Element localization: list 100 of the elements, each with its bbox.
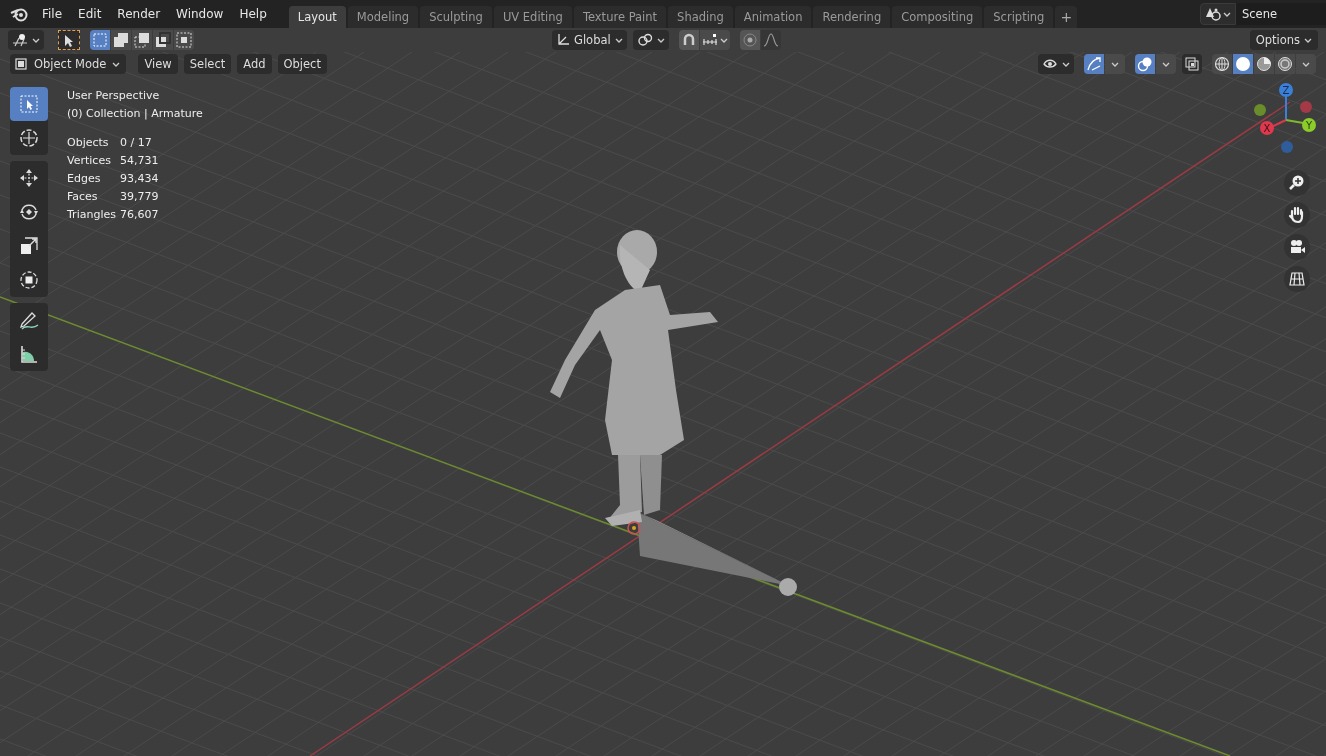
overlay-circles-icon [1137, 56, 1153, 72]
add-workspace-button[interactable]: + [1055, 6, 1078, 28]
workspace-tab[interactable]: Compositing [892, 6, 983, 28]
shading-mode-button[interactable] [1254, 54, 1274, 74]
caret-icon [1223, 10, 1231, 18]
selection-mode-button[interactable] [153, 30, 173, 50]
viewport-menu[interactable]: View [138, 54, 178, 74]
caret-icon [1302, 60, 1310, 68]
viewport-menu[interactable]: Select [183, 54, 232, 74]
z-axis-handle[interactable] [1279, 83, 1293, 121]
link-icon [636, 33, 653, 47]
increment-icon [701, 34, 718, 46]
falloff-dropdown[interactable] [760, 30, 781, 50]
selection-mode-icon [176, 32, 192, 48]
grid-plane-icon [1288, 270, 1306, 288]
zoom-button[interactable] [1284, 170, 1310, 196]
caret-icon [656, 36, 665, 44]
caret-icon [1062, 60, 1070, 68]
gizmo-arrows-icon [1086, 56, 1102, 72]
viewport-menu[interactable]: Add [237, 54, 272, 74]
select-tool-button[interactable] [58, 30, 80, 50]
ortho-toggle-button[interactable] [1284, 266, 1310, 292]
app-logo-icon [10, 6, 28, 22]
hand-icon [1288, 206, 1306, 224]
stat-value: 0 / 17 [120, 135, 153, 151]
y-axis-label: Y [1305, 120, 1313, 131]
selection-mode-icon [155, 32, 171, 48]
workspace-tab[interactable]: Sculpting [420, 6, 492, 28]
pivot-point-dropdown[interactable] [632, 30, 669, 50]
menu-item[interactable]: Window [168, 4, 232, 24]
negative-axis-handle[interactable] [1281, 141, 1293, 153]
caret-icon [1304, 36, 1312, 44]
menu-item[interactable]: File [34, 4, 71, 24]
xray-icon [1185, 57, 1199, 71]
shading-mode-button[interactable] [1233, 54, 1253, 74]
selection-mode-button[interactable] [111, 30, 131, 50]
workspace-tab[interactable]: Shading [668, 6, 733, 28]
y-axis-handle[interactable] [1285, 118, 1316, 132]
x-axis-handle[interactable] [1260, 119, 1287, 135]
options-dropdown[interactable]: Options [1249, 30, 1318, 50]
menu-item[interactable]: Render [109, 4, 169, 24]
shading-mode-button[interactable] [1275, 54, 1295, 74]
magnifier-plus-icon [1288, 174, 1306, 192]
measure-tool-icon [19, 344, 39, 364]
overlay-options-dropdown[interactable] [1156, 54, 1176, 74]
workspace-tab[interactable]: UV Editing [493, 6, 572, 28]
cursor-tool-icon [19, 128, 39, 148]
workspace-tab[interactable]: Modeling [347, 6, 419, 28]
stat-label: Edges [67, 171, 102, 187]
scene-icon [1205, 7, 1221, 21]
workspace-tab[interactable]: Animation [734, 6, 812, 28]
xray-toggle[interactable] [1182, 54, 1202, 74]
negative-axis-handle[interactable] [1254, 104, 1266, 116]
selection-mode-button[interactable] [132, 30, 152, 50]
stat-label: Faces [67, 189, 99, 205]
target-dot-icon [742, 33, 757, 47]
stat-value: 39,779 [120, 189, 160, 205]
gizmo-toggle[interactable] [1084, 54, 1104, 74]
shading-sphere-icon [1256, 56, 1272, 72]
shading-sphere-icon [1214, 56, 1230, 72]
movie-camera-icon [1288, 238, 1306, 256]
cursor-arrow-icon [64, 33, 74, 47]
object-mode-icon [14, 57, 28, 71]
orientation-dropdown[interactable]: Global [552, 30, 627, 50]
snap-target-dropdown[interactable] [699, 30, 730, 50]
move-tool-icon [19, 168, 39, 188]
pivot-dropdown[interactable] [8, 30, 44, 50]
selection-mode-icon [134, 32, 150, 48]
camera-view-button[interactable] [1284, 234, 1310, 260]
shading-sphere-icon [1277, 56, 1293, 72]
caret-icon [112, 60, 121, 68]
caret-icon [1111, 60, 1119, 68]
menu-item[interactable]: Edit [70, 4, 110, 24]
viewport-menu[interactable]: Object [277, 54, 327, 74]
scene-name-field[interactable]: Scene [1236, 3, 1326, 25]
menu-item[interactable]: Help [231, 4, 275, 24]
shading-options-dropdown[interactable] [1296, 54, 1316, 74]
workspace-tab[interactable]: Layout [288, 6, 346, 28]
workspace-tab[interactable]: Scripting [984, 6, 1054, 28]
selection-mode-button[interactable] [174, 30, 194, 50]
pan-button[interactable] [1284, 202, 1310, 228]
x-axis-label: X [1263, 123, 1271, 134]
selection-mode-icon [113, 32, 129, 48]
snap-toggle[interactable] [678, 30, 699, 50]
annotate-tool-icon [19, 310, 39, 330]
scale-tool-icon [19, 236, 39, 256]
shading-sphere-icon [1235, 56, 1251, 72]
shading-mode-button[interactable] [1212, 54, 1232, 74]
overlay-toggle[interactable] [1135, 54, 1155, 74]
mode-dropdown[interactable]: Object Mode [10, 54, 127, 74]
workspace-tab[interactable]: Rendering [813, 6, 891, 28]
z-axis-label: Z [1282, 85, 1290, 96]
proportional-edit-toggle[interactable] [739, 30, 760, 50]
negative-axis-handle[interactable] [1300, 101, 1312, 113]
gizmo-options-dropdown[interactable] [1105, 54, 1125, 74]
workspace-tab[interactable]: Texture Paint [573, 6, 667, 28]
visibility-dropdown[interactable] [1038, 54, 1074, 74]
falloff-curve-icon [762, 33, 779, 47]
selection-mode-icon [92, 32, 108, 48]
scene-selector-button[interactable] [1200, 3, 1236, 25]
